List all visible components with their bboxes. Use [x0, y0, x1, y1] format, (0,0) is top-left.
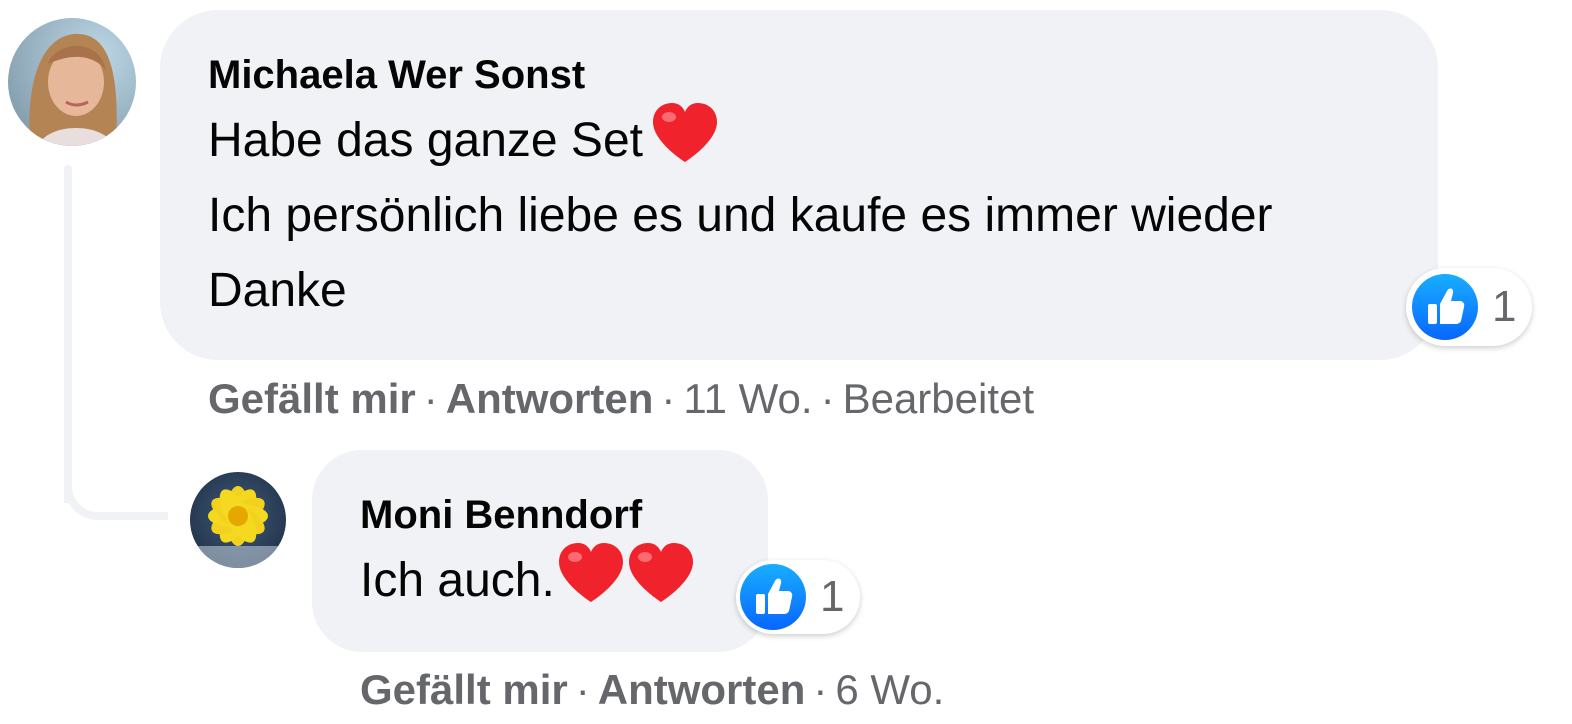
- reply-link[interactable]: Antworten: [598, 666, 806, 713]
- reaction-summary[interactable]: 1: [1406, 268, 1532, 346]
- comment-author[interactable]: Moni Benndorf: [360, 488, 720, 542]
- like-link[interactable]: Gefällt mir: [360, 666, 568, 713]
- reaction-summary[interactable]: 1: [736, 560, 860, 634]
- comment-bubble: Moni Benndorf Ich auch.: [312, 450, 768, 652]
- red-heart-emoji: [557, 542, 625, 604]
- comment-actions: Gefällt mir · Antworten · 11 Wo. · Bearbeitet: [208, 375, 1035, 422]
- reaction-count: 1: [1492, 282, 1517, 331]
- reaction-count: 1: [820, 572, 845, 621]
- timestamp[interactable]: 6 Wo.: [835, 666, 944, 713]
- timestamp[interactable]: 11 Wo.: [683, 375, 812, 422]
- like-icon: [740, 564, 806, 630]
- comment-bubble: Michaela Wer Sonst Habe das ganze Set Ic…: [160, 10, 1438, 360]
- comment-text-line: Ich auch.: [360, 542, 720, 616]
- comment-author[interactable]: Michaela Wer Sonst: [208, 48, 1390, 102]
- comment-text-line: Danke: [208, 264, 347, 317]
- like-icon: [1412, 274, 1478, 340]
- comment-text-line: Habe das ganze Set: [208, 102, 1390, 178]
- reply-link[interactable]: Antworten: [446, 375, 654, 422]
- red-heart-emoji: [627, 542, 695, 604]
- thread-connector: [64, 440, 168, 520]
- like-link[interactable]: Gefällt mir: [208, 375, 416, 422]
- avatar[interactable]: [8, 18, 136, 146]
- comment-actions: Gefällt mir · Antworten · 6 Wo.: [360, 666, 945, 713]
- edited-label[interactable]: Bearbeitet: [843, 375, 1034, 422]
- comment-text-line: Ich persönlich liebe es und kaufe es imm…: [208, 189, 1273, 242]
- avatar[interactable]: [190, 472, 286, 568]
- red-heart-emoji: [651, 102, 719, 164]
